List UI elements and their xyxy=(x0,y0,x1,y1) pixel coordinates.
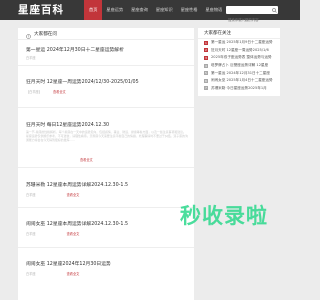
article-item: 闹闹女巫 12星座2024年12月30日运势 白羊座 查看全文 xyxy=(18,248,194,288)
hot-list-item[interactable]: 2 狂月天时 12星座一周运势2025/1/6 xyxy=(198,47,280,55)
article-title[interactable]: 闹闹女巫 12星座本周运势详解2024.12.30-1.5 xyxy=(26,222,188,228)
main-nav: 首页 星座运势 星座查询 星座知识 星座性格 星座物语 xyxy=(84,0,226,20)
main-content: ? 大家都在问 第一星运 2024年12月30日十二星座运势解析 白羊座 狂月天… xyxy=(18,28,194,300)
section-title: 大家都在问 xyxy=(34,31,57,37)
search-input[interactable] xyxy=(226,16,270,24)
article-title[interactable]: 狂月天时 每日12星座运势2024.12.30 xyxy=(26,123,188,129)
article-item: 狂月天时 每日12星座运势2024.12.30 第一节·星座的性格解析，每个星座… xyxy=(18,108,194,168)
article-meta: 白羊座 查看全文 xyxy=(26,193,80,197)
article-item: 闹闹女巫 12星座本周运势详解2024.12.30-1.5 白羊座 查看全文 xyxy=(18,208,194,248)
site-logo[interactable]: 星座百科 xyxy=(18,4,64,16)
search-icon[interactable] xyxy=(270,6,278,14)
search-box xyxy=(226,6,278,24)
read-more-link[interactable]: 查看全文 xyxy=(67,272,80,276)
article-item: 苏珊米勒 12星座本周运势详解2024.12.30-1.5 白羊座 查看全文 xyxy=(18,168,194,208)
watermark-text: 秒收录啦 xyxy=(180,204,268,228)
read-more-link[interactable]: 查看全文 xyxy=(53,90,66,94)
hot-list-text: 苏珊米勒 今日星座运势2025年1月 xyxy=(211,85,267,90)
rank-badge: 2 xyxy=(204,48,208,53)
nav-item-stories[interactable]: 星座物语 xyxy=(201,0,226,20)
hot-list-item[interactable]: 7 苏珊米勒 今日星座运势2025年1月 xyxy=(198,85,280,93)
rank-badge: 7 xyxy=(204,86,208,91)
article-meta: 查看全文 xyxy=(80,158,93,163)
article-title[interactable]: 苏珊米勒 12星座本周运势详解2024.12.30-1.5 xyxy=(26,183,188,189)
sidebar-title: 大家都在关注 xyxy=(198,28,280,39)
rank-badge: 3 xyxy=(204,55,208,60)
read-more-link[interactable]: 查看全文 xyxy=(80,158,93,162)
hot-list-item[interactable]: 5 第一星运 2024年12月31日十二星座 xyxy=(198,69,280,77)
article-item: 第一星运 2024年12月30日十二星座运势解析 白羊座 xyxy=(18,40,194,66)
svg-text:?: ? xyxy=(28,35,30,39)
nav-item-lookup[interactable]: 星座查询 xyxy=(127,0,152,20)
hot-list-text: 第一星运 2024年12月31日十二星座 xyxy=(211,70,270,75)
article-snippet: 第一节·星座的性格解析，每个星座在一天中的运势走向，包括感情、事业、财运、健康等… xyxy=(26,130,188,142)
article-meta: 白羊座 查看全文 xyxy=(26,272,80,276)
rank-badge: 1 xyxy=(204,40,208,45)
nav-item-home[interactable]: 首页 xyxy=(84,0,103,20)
article-meta: 【白羊座】 查看全文 xyxy=(26,90,66,94)
rank-badge: 5 xyxy=(204,71,208,76)
nav-item-knowledge[interactable]: 星座知识 xyxy=(152,0,177,20)
hot-list-item[interactable]: 3 2025年双子座运势表 整体运势与运势 xyxy=(198,54,280,62)
hot-list-text: 狂月天时 12星座一周运势2025/1/6 xyxy=(211,47,269,52)
article-meta: 白羊座 xyxy=(26,56,36,60)
nav-item-fortune[interactable]: 星座运势 xyxy=(102,0,127,20)
hot-list-item[interactable]: 4 塔罗牌占卜 巨蟹座运势详解 12星座 xyxy=(198,62,280,70)
hot-list-item[interactable]: 6 闹闹女巫 2025年1月4日十二星座运势 xyxy=(198,77,280,85)
hot-list-text: 第一星运 2025年1月9日十二星座运势 xyxy=(211,40,273,45)
rank-badge: 4 xyxy=(204,63,208,68)
article-meta: 白羊座 查看全文 xyxy=(26,232,80,236)
hot-list-text: 闹闹女巫 2025年1月4日十二星座运势 xyxy=(211,78,273,83)
read-more-link[interactable]: 查看全文 xyxy=(67,193,80,197)
top-bar: 星座百科 首页 星座运势 星座查询 星座知识 星座性格 星座物语 xyxy=(0,0,300,24)
hot-list-text: 塔罗牌占卜 巨蟹座运势详解 12星座 xyxy=(211,63,269,68)
article-title[interactable]: 狂月天时 12星座一周运势2024/12/30-2025/01/05 xyxy=(26,80,188,86)
article-title[interactable]: 闹闹女巫 12星座2024年12月30日运势 xyxy=(26,262,188,268)
sidebar-hot-list: 大家都在关注 1 第一星运 2025年1月9日十二星座运势 2 狂月天时 12星座一… xyxy=(198,28,280,96)
nav-item-personality[interactable]: 星座性格 xyxy=(177,0,202,20)
article-title[interactable]: 第一星运 2024年12月30日十二星座运势解析 xyxy=(26,48,188,54)
hot-list-item[interactable]: 1 第一星运 2025年1月9日十二星座运势 xyxy=(198,39,280,47)
rank-badge: 6 xyxy=(204,78,208,83)
section-header: ? 大家都在问 xyxy=(18,28,194,40)
hot-list-text: 2025年双子座运势表 整体运势与运势 xyxy=(211,55,272,60)
article-item: 狂月天时 12星座一周运势2024/12/30-2025/01/05 【白羊座】… xyxy=(18,66,194,108)
read-more-link[interactable]: 查看全文 xyxy=(67,232,80,236)
